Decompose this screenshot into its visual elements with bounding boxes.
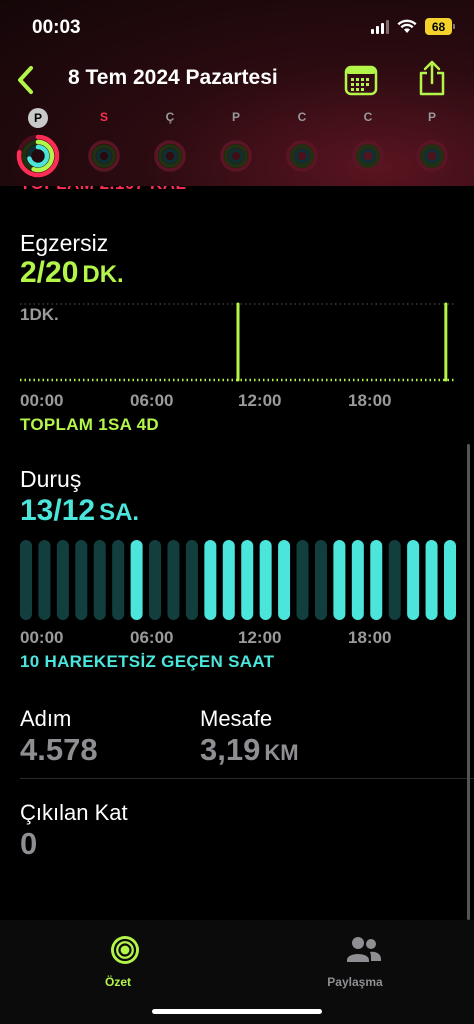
week-day-letter: P: [231, 110, 240, 124]
distance-label: Mesafe: [200, 706, 273, 731]
week-day-5[interactable]: C: [346, 108, 390, 180]
stats-divider: [20, 778, 474, 779]
stand-hour-bar-15: [296, 540, 309, 620]
stand-tick-0: 00:00: [20, 628, 64, 647]
exercise-tick-1: 06:00: [130, 391, 174, 410]
week-day-letter: C: [363, 110, 373, 124]
distance-value-unit: KM: [264, 740, 299, 765]
stand-value: 13/12 SA.: [20, 494, 139, 528]
stand-chart: [20, 540, 456, 620]
wifi-icon: [397, 19, 417, 33]
calendar-icon[interactable]: [344, 64, 378, 96]
exercise-total-label: TOPLAM 1SA 4D: [20, 415, 159, 434]
scroll-indicator[interactable]: [467, 444, 470, 920]
stand-hour-bar-18: [351, 540, 364, 620]
exercise-chart: 1DK.: [20, 302, 456, 382]
home-indicator[interactable]: [152, 1009, 322, 1014]
week-day-4[interactable]: C: [280, 108, 324, 180]
exercise-value: 2/20 DK.: [20, 256, 124, 290]
back-chevron-icon[interactable]: [12, 62, 40, 98]
stand-hour-bar-21: [407, 540, 420, 620]
activity-rings-icon: [88, 140, 120, 172]
status-time: 00:03: [32, 17, 81, 38]
week-day-0[interactable]: P: [16, 108, 60, 180]
nav-bar: 8 Tem 2024 Pazartesi: [0, 56, 474, 104]
stand-value-number: 13/12: [20, 494, 96, 527]
stand-hour-bar-0: [20, 540, 32, 620]
status-icons: 68: [371, 18, 455, 35]
activity-rings-tab-icon: [111, 936, 139, 964]
steps-label: Adım: [20, 706, 72, 731]
week-day-letter: Ç: [165, 110, 175, 124]
exercise-tick-3: 18:00: [348, 391, 392, 410]
stand-hour-bar-1: [38, 540, 51, 620]
tab-sharing-label: Paylaşma: [327, 975, 383, 989]
floors-value: 0: [20, 826, 38, 861]
stand-hour-bar-16: [314, 540, 327, 620]
tab-summary[interactable]: Özet: [88, 934, 148, 989]
stand-hour-bar-5: [112, 540, 125, 620]
stand-hour-bar-6: [130, 540, 143, 620]
floors-label: Çıkılan Kat: [20, 800, 128, 825]
stand-hour-bar-11: [222, 540, 235, 620]
distance-value: 3,19 KM: [200, 732, 299, 768]
stand-hour-bar-14: [278, 540, 291, 620]
stand-tick-1: 06:00: [130, 628, 174, 647]
stand-hour-bar-13: [259, 540, 272, 620]
activity-rings-icon: [416, 140, 448, 172]
activity-rings-icon: [352, 140, 384, 172]
steps-value: 4.578: [20, 732, 98, 767]
week-day-letter: S: [99, 110, 108, 124]
stand-hour-bar-19: [370, 540, 383, 620]
activity-rings-icon: [220, 140, 252, 172]
nav-title: 8 Tem 2024 Pazartesi: [68, 66, 278, 89]
week-day-2[interactable]: Ç: [148, 108, 192, 180]
stand-hour-bar-22: [425, 540, 438, 620]
week-day-letter: P: [28, 108, 48, 128]
week-day-1[interactable]: S: [82, 108, 126, 180]
activity-rings-icon: [16, 134, 60, 178]
tab-bar: Özet Paylaşma: [0, 920, 474, 1024]
week-day-letter: P: [427, 110, 436, 124]
tab-summary-label: Özet: [104, 975, 131, 989]
exercise-value-number: 2/20: [20, 256, 79, 289]
exercise-tick-0: 00:00: [20, 391, 64, 410]
stand-tick-2: 12:00: [238, 628, 282, 647]
stand-summary-label: 10 HAREKETSİZ GEÇEN SAAT: [20, 652, 275, 671]
activity-rings-icon: [154, 140, 186, 172]
week-day-letter: C: [297, 110, 307, 124]
stand-hour-bar-8: [167, 540, 180, 620]
stand-hour-bar-17: [333, 540, 346, 620]
stand-hour-bar-9: [185, 540, 198, 620]
people-icon: [346, 937, 381, 962]
stand-title: Duruş: [20, 466, 82, 492]
distance-value-number: 3,19: [200, 732, 261, 767]
status-bar: 00:03 68: [0, 0, 474, 56]
stand-hour-bar-3: [75, 540, 88, 620]
exercise-tick-2: 12:00: [238, 391, 282, 410]
week-day-3[interactable]: P: [214, 108, 258, 180]
stand-hour-bar-10: [204, 540, 217, 620]
week-day-6[interactable]: P: [410, 108, 454, 180]
week-selector: PSÇPCCP: [0, 108, 474, 180]
stand-hour-bar-20: [388, 540, 401, 620]
activity-rings-icon: [286, 140, 318, 172]
stand-hour-bar-7: [149, 540, 162, 620]
exercise-chart-ylabel: 1DK.: [20, 305, 59, 324]
stand-hour-bar-4: [93, 540, 106, 620]
stand-hour-bar-2: [56, 540, 69, 620]
header: 00:03 68 8 Tem 2024 Pazartesi P S Ç P C …: [0, 0, 474, 186]
exercise-title: Egzersiz: [20, 230, 109, 256]
exercise-value-unit: DK.: [82, 261, 124, 288]
tab-sharing[interactable]: Paylaşma: [320, 934, 390, 989]
share-icon[interactable]: [416, 59, 448, 97]
stand-value-unit: SA.: [99, 499, 140, 526]
stand-hour-bar-23: [444, 540, 456, 620]
battery-indicator: 68: [425, 18, 455, 35]
stand-hour-bar-12: [241, 540, 254, 620]
stand-tick-3: 18:00: [348, 628, 392, 647]
cellular-signal-icon: [371, 19, 389, 34]
